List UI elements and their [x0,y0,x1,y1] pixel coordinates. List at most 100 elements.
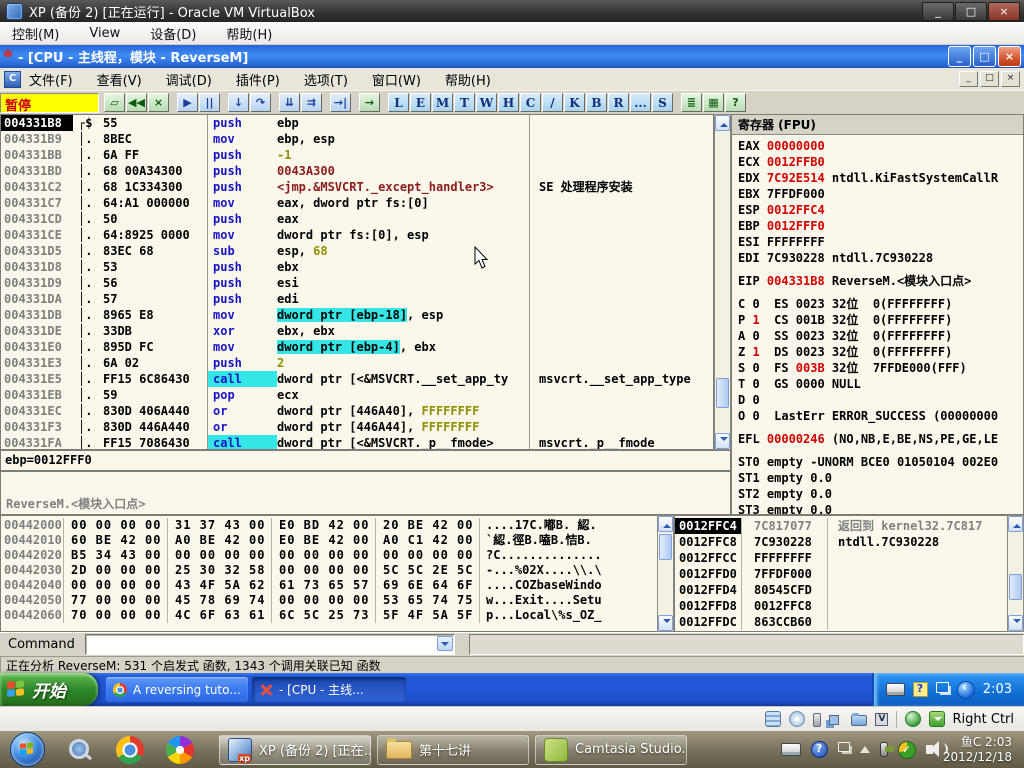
keyboard-icon[interactable] [886,683,905,696]
log-window-button[interactable]: L [388,93,409,112]
scroll-up-icon[interactable] [715,115,730,131]
olly-close-button[interactable]: × [998,46,1021,67]
stack-row[interactable]: 0012FFD480545CFD [675,582,1023,598]
disasm-row[interactable]: 004331D5│.83EC 68subesp, 68 [1,243,713,259]
mdi-restore-button[interactable]: □ [980,71,999,87]
cpu-child-window-icon[interactable]: C [4,71,21,88]
threads-window-button[interactable]: T [454,93,475,112]
disasm-row[interactable]: 004331CE│.64:8925 0000movdword ptr fs:[0… [1,227,713,243]
go-back-button[interactable]: ◀◀ [126,93,147,112]
vbox-menu-item[interactable]: 控制(M) [12,24,59,43]
disasm-row[interactable]: 004331C2│.68 1C334300push<jmp.&MSVCRT._e… [1,179,713,195]
register-line[interactable]: P 1 CS 001B 32位 0(FFFFFFFF) [738,312,1023,328]
run-trace-window-button[interactable]: ... [630,93,651,112]
window-restore-icon[interactable] [936,682,949,693]
animate-over-button[interactable]: ⇉ [301,93,322,112]
xp-task-chrome[interactable]: A reversing tuto... [106,677,248,702]
register-line[interactable]: C 0 ES 0023 32位 0(FFFFFFFF) [738,296,1023,312]
patches-window-button[interactable]: / [542,93,563,112]
pause-button[interactable]: || [199,93,220,112]
xp-clock[interactable]: 2:03 [983,682,1012,697]
disasm-row[interactable]: 004331E0│.895D FCmovdword ptr [ebp-4], e… [1,339,713,355]
step-into-button[interactable]: ↓ [228,93,249,112]
dump-row[interactable]: 004420302D 00 00 0025 30 32 5800 00 00 0… [1,563,673,578]
host-clock[interactable]: 鱼C 2:03 2012/12/18 [943,735,1012,765]
open-button[interactable]: ▱ [104,93,125,112]
register-line[interactable]: EBP 0012FFF0 [738,218,1023,234]
scroll-thumb[interactable] [659,534,672,560]
animate-into-button[interactable]: ⇊ [279,93,300,112]
disasm-row[interactable]: 004331C7│.64:A1 000000moveax, dword ptr … [1,195,713,211]
source-window-button[interactable]: S [652,93,673,112]
register-line[interactable]: T 0 GS 0000 NULL [738,376,1023,392]
memory-dump-pane[interactable]: 0044200000 00 00 0031 37 43 00E0 BD 42 0… [0,515,674,632]
register-line[interactable]: S 0 FS 003B 32位 7FFDE000(FFF) [738,360,1023,376]
breakpoints-window-button[interactable]: B [586,93,607,112]
disasm-row[interactable]: 004331CD│.50pusheax [1,211,713,227]
stack-row[interactable]: 0012FFC87C930228ntdll.7C930228 [675,534,1023,550]
scroll-thumb[interactable] [716,378,729,408]
windows-window-button[interactable]: W [476,93,497,112]
dump-row[interactable]: 0044206070 00 00 004C 6F 63 616C 5C 25 7… [1,608,673,623]
keyboard-icon[interactable] [781,743,801,756]
disasm-row[interactable]: 004331BB│.6A FFpush-1 [1,147,713,163]
disasm-row[interactable]: 004331EB│.59popecx [1,387,713,403]
scroll-down-icon[interactable] [715,433,730,449]
dump-row[interactable]: 00442020B5 34 43 0000 00 00 0000 00 00 0… [1,548,673,563]
host-task-folder[interactable]: 第十七讲 [377,735,529,765]
vbox-menu-item[interactable]: 帮助(H) [226,24,272,43]
disasm-row[interactable]: 004331E5│.FF15 6C86430calldword ptr [<&M… [1,371,713,387]
register-line[interactable]: Z 1 DS 0023 32位 0(FFFFFFFF) [738,344,1023,360]
register-line[interactable]: ST1 empty 0.0 [738,470,1023,486]
dump-row[interactable]: 0044200000 00 00 0031 37 43 00E0 BD 42 0… [1,518,673,533]
vbox-menu-item[interactable]: 设备(D) [150,24,196,43]
register-line[interactable]: EIP 004331B8 ReverseM.<模块入口点> [738,273,1023,289]
olly-menu-item[interactable]: 插件(P) [236,70,280,89]
mdi-close-button[interactable]: × [1001,71,1020,87]
olly-menu-item[interactable]: 帮助(H) [445,70,491,89]
run-button[interactable]: ▶ [177,93,198,112]
registers-pane[interactable]: 寄存器 (FPU) EAX 00000000ECX 0012FFB0EDX 7C… [731,114,1024,515]
mdi-minimize-button[interactable]: _ [959,71,978,87]
input-indicator-icon[interactable] [880,742,888,757]
help-button[interactable]: ? [725,93,746,112]
executables-window-button[interactable]: E [410,93,431,112]
references-window-button[interactable]: R [608,93,629,112]
register-line[interactable]: EDX 7C92E514 ntdll.KiFastSystemCallR [738,170,1023,186]
xp-task-ollydbg[interactable]: - [CPU - 主线... [252,677,406,702]
register-line[interactable]: A 0 SS 0023 32位 0(FFFFFFFF) [738,328,1023,344]
scroll-thumb[interactable] [1009,574,1022,600]
stack-scrollbar[interactable] [1007,515,1024,632]
vbox-minimize-button[interactable]: _ [922,2,954,21]
disasm-row[interactable]: 004331DA│.57pushedi [1,291,713,307]
disassembly-pane[interactable]: 004331B8┌$55pushebp004331B9│.8BECmovebp,… [0,114,714,450]
volume-icon[interactable] [926,745,933,754]
search-icon[interactable] [67,737,93,763]
olly-menu-item[interactable]: 文件(F) [29,70,73,89]
vm-tool-icon[interactable] [957,681,975,699]
window-restore-icon[interactable] [838,742,850,752]
stack-row[interactable]: 0012FFC47C817077返回到 kernel32.7C817 [675,518,1023,534]
handles-window-button[interactable]: H [498,93,519,112]
register-line[interactable]: ESP 0012FFC4 [738,202,1023,218]
step-over-button[interactable]: ↷ [250,93,271,112]
dump-row[interactable]: 0044205077 00 00 0045 78 69 7400 00 00 0… [1,593,673,608]
dump-row[interactable]: 0044204000 00 00 0043 4F 5A 6261 73 65 5… [1,578,673,593]
stack-row[interactable]: 0012FFCCFFFFFFFF [675,550,1023,566]
vbox-menu-item[interactable]: View [89,26,120,41]
olly-restore-button[interactable]: □ [973,46,996,67]
register-line[interactable]: ECX 0012FFB0 [738,154,1023,170]
info-pane[interactable]: ebp=0012FFF0 [0,450,731,471]
stack-pane[interactable]: 0012FFC47C817077返回到 kernel32.7C8170012FF… [674,515,1024,632]
disasm-row[interactable]: 004331BD│.68 00A34300push0043A300 [1,163,713,179]
help-icon[interactable] [811,741,828,758]
register-line[interactable]: EFL 00000246 (NO,NB,E,BE,NS,PE,GE,LE [738,431,1023,447]
disasm-row[interactable]: 004331B8┌$55pushebp [1,115,713,131]
pinwheel-icon[interactable] [166,736,194,764]
disasm-row[interactable]: 004331E3│.6A 02push2 [1,355,713,371]
scroll-down-icon[interactable] [1008,615,1023,631]
close-module-button[interactable]: × [148,93,169,112]
disasm-row[interactable]: 004331D8│.53pushebx [1,259,713,275]
stack-row[interactable]: 0012FFDC863CCB60 [675,614,1023,630]
execute-till-return-button[interactable]: →| [330,93,351,112]
